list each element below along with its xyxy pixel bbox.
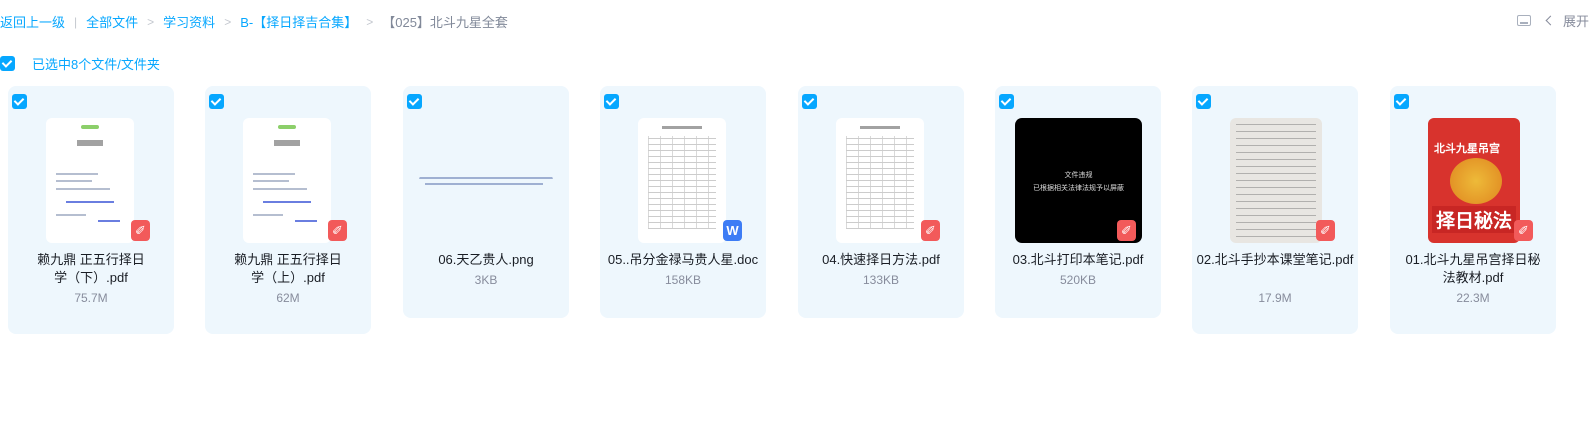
pdf-icon: ✐ [1316,220,1335,241]
file-checkbox[interactable] [999,94,1014,109]
file-size: 22.3M [1456,291,1490,305]
file-name[interactable]: 03.北斗打印本笔记.pdf [995,251,1161,269]
selection-count: 已选中8个文件/文件夹 [32,57,160,72]
selection-bar: 已选中8个文件/文件夹 [0,54,160,73]
file-card[interactable]: ✐ 04.快速择日方法.pdf 133KB [798,86,964,318]
file-name[interactable]: 赖九鼎 正五行择日学（上）.pdf [205,251,371,287]
file-checkbox[interactable] [12,94,27,109]
file-checkbox[interactable] [1394,94,1409,109]
pdf-icon: ✐ [921,220,940,241]
file-card[interactable]: ✐ 赖九鼎 正五行择日学（上）.pdf 62M [205,86,371,334]
file-name[interactable]: 06.天乙贵人.png [403,251,569,269]
file-thumbnail[interactable] [419,174,553,190]
file-size: 133KB [862,273,900,287]
pdf-icon: ✐ [131,220,150,241]
file-size: 3KB [474,273,498,287]
breadcrumb-chevron-icon: > [224,14,232,29]
breadcrumb-collection[interactable]: B-【择日择吉合集】 [240,12,357,31]
screen-icon[interactable] [1516,15,1531,26]
pdf-icon: ✐ [1117,220,1136,241]
file-size: 62M [276,291,300,305]
file-size: 520KB [1059,273,1097,287]
file-name[interactable]: 05..吊分金禄马贵人星.doc [600,251,766,269]
book-cover-subtitle: 择日秘法 [1432,206,1516,233]
file-thumbnail[interactable] [243,118,331,243]
breadcrumb-current: 【025】北斗九星全套 [382,15,508,30]
file-card[interactable]: W 05..吊分金禄马贵人星.doc 158KB [600,86,766,318]
back-link[interactable]: 返回上一级 [0,12,65,31]
breadcrumb-all-files[interactable]: 全部文件 [86,12,138,31]
book-cover-title: 北斗九星吊宫 [1434,142,1500,155]
file-card[interactable]: ✐ 02.北斗手抄本课堂笔记.pdf 17.9M [1192,86,1358,334]
file-checkbox[interactable] [1196,94,1211,109]
blocked-notice-text: 已根据相关法律法规予以屏蔽 [1033,185,1124,192]
word-icon: W [723,220,742,241]
file-size: 17.9M [1258,291,1292,305]
file-size: 75.7M [74,291,108,305]
file-checkbox[interactable] [209,94,224,109]
chevron-left-icon[interactable] [1545,15,1556,26]
view-tools: 展开 [1516,11,1589,30]
file-thumbnail[interactable] [836,118,924,243]
file-size: 158KB [664,273,702,287]
file-thumbnail[interactable] [46,118,134,243]
file-name[interactable]: 02.北斗手抄本课堂笔记.pdf [1192,251,1358,269]
file-checkbox[interactable] [802,94,817,109]
pdf-icon: ✐ [1514,220,1533,241]
breadcrumb-divider: | [74,14,78,29]
breadcrumb-study-materials[interactable]: 学习资料 [163,12,215,31]
pdf-icon: ✐ [328,220,347,241]
top-bar: 返回上一级 | 全部文件 > 学习资料 > B-【择日择吉合集】 > 【025】… [0,0,1589,38]
select-all-checkbox[interactable] [0,56,15,71]
file-checkbox[interactable] [407,94,422,109]
blocked-notice-title: 文件违规 [1064,172,1093,179]
file-name[interactable]: 01.北斗九星吊宫择日秘法教材.pdf [1390,251,1556,287]
file-thumbnail[interactable]: 北斗九星吊宫择日秘法 [1428,118,1520,243]
file-name[interactable]: 04.快速择日方法.pdf [798,251,964,269]
breadcrumb-chevron-icon: > [366,14,374,29]
file-card[interactable]: ✐ 赖九鼎 正五行择日学（下）.pdf 75.7M [8,86,174,334]
file-card[interactable]: 06.天乙贵人.png 3KB [403,86,569,318]
file-name[interactable]: 赖九鼎 正五行择日学（下）.pdf [8,251,174,287]
file-card[interactable]: 文件违规已根据相关法律法规予以屏蔽 ✐ 03.北斗打印本笔记.pdf 520KB [995,86,1161,318]
file-thumbnail[interactable] [638,118,726,243]
breadcrumb: 返回上一级 | 全部文件 > 学习资料 > B-【择日择吉合集】 > 【025】… [0,12,508,31]
file-checkbox[interactable] [604,94,619,109]
file-card[interactable]: 北斗九星吊宫择日秘法 ✐ 01.北斗九星吊宫择日秘法教材.pdf 22.3M [1390,86,1556,334]
breadcrumb-chevron-icon: > [147,14,155,29]
file-thumbnail[interactable] [1230,118,1322,243]
expand-button[interactable]: 展开 [1563,11,1589,30]
file-grid: ✐ 赖九鼎 正五行择日学（下）.pdf 75.7M ✐ 赖九鼎 正五行择日学（上）.pd… [8,86,1588,336]
